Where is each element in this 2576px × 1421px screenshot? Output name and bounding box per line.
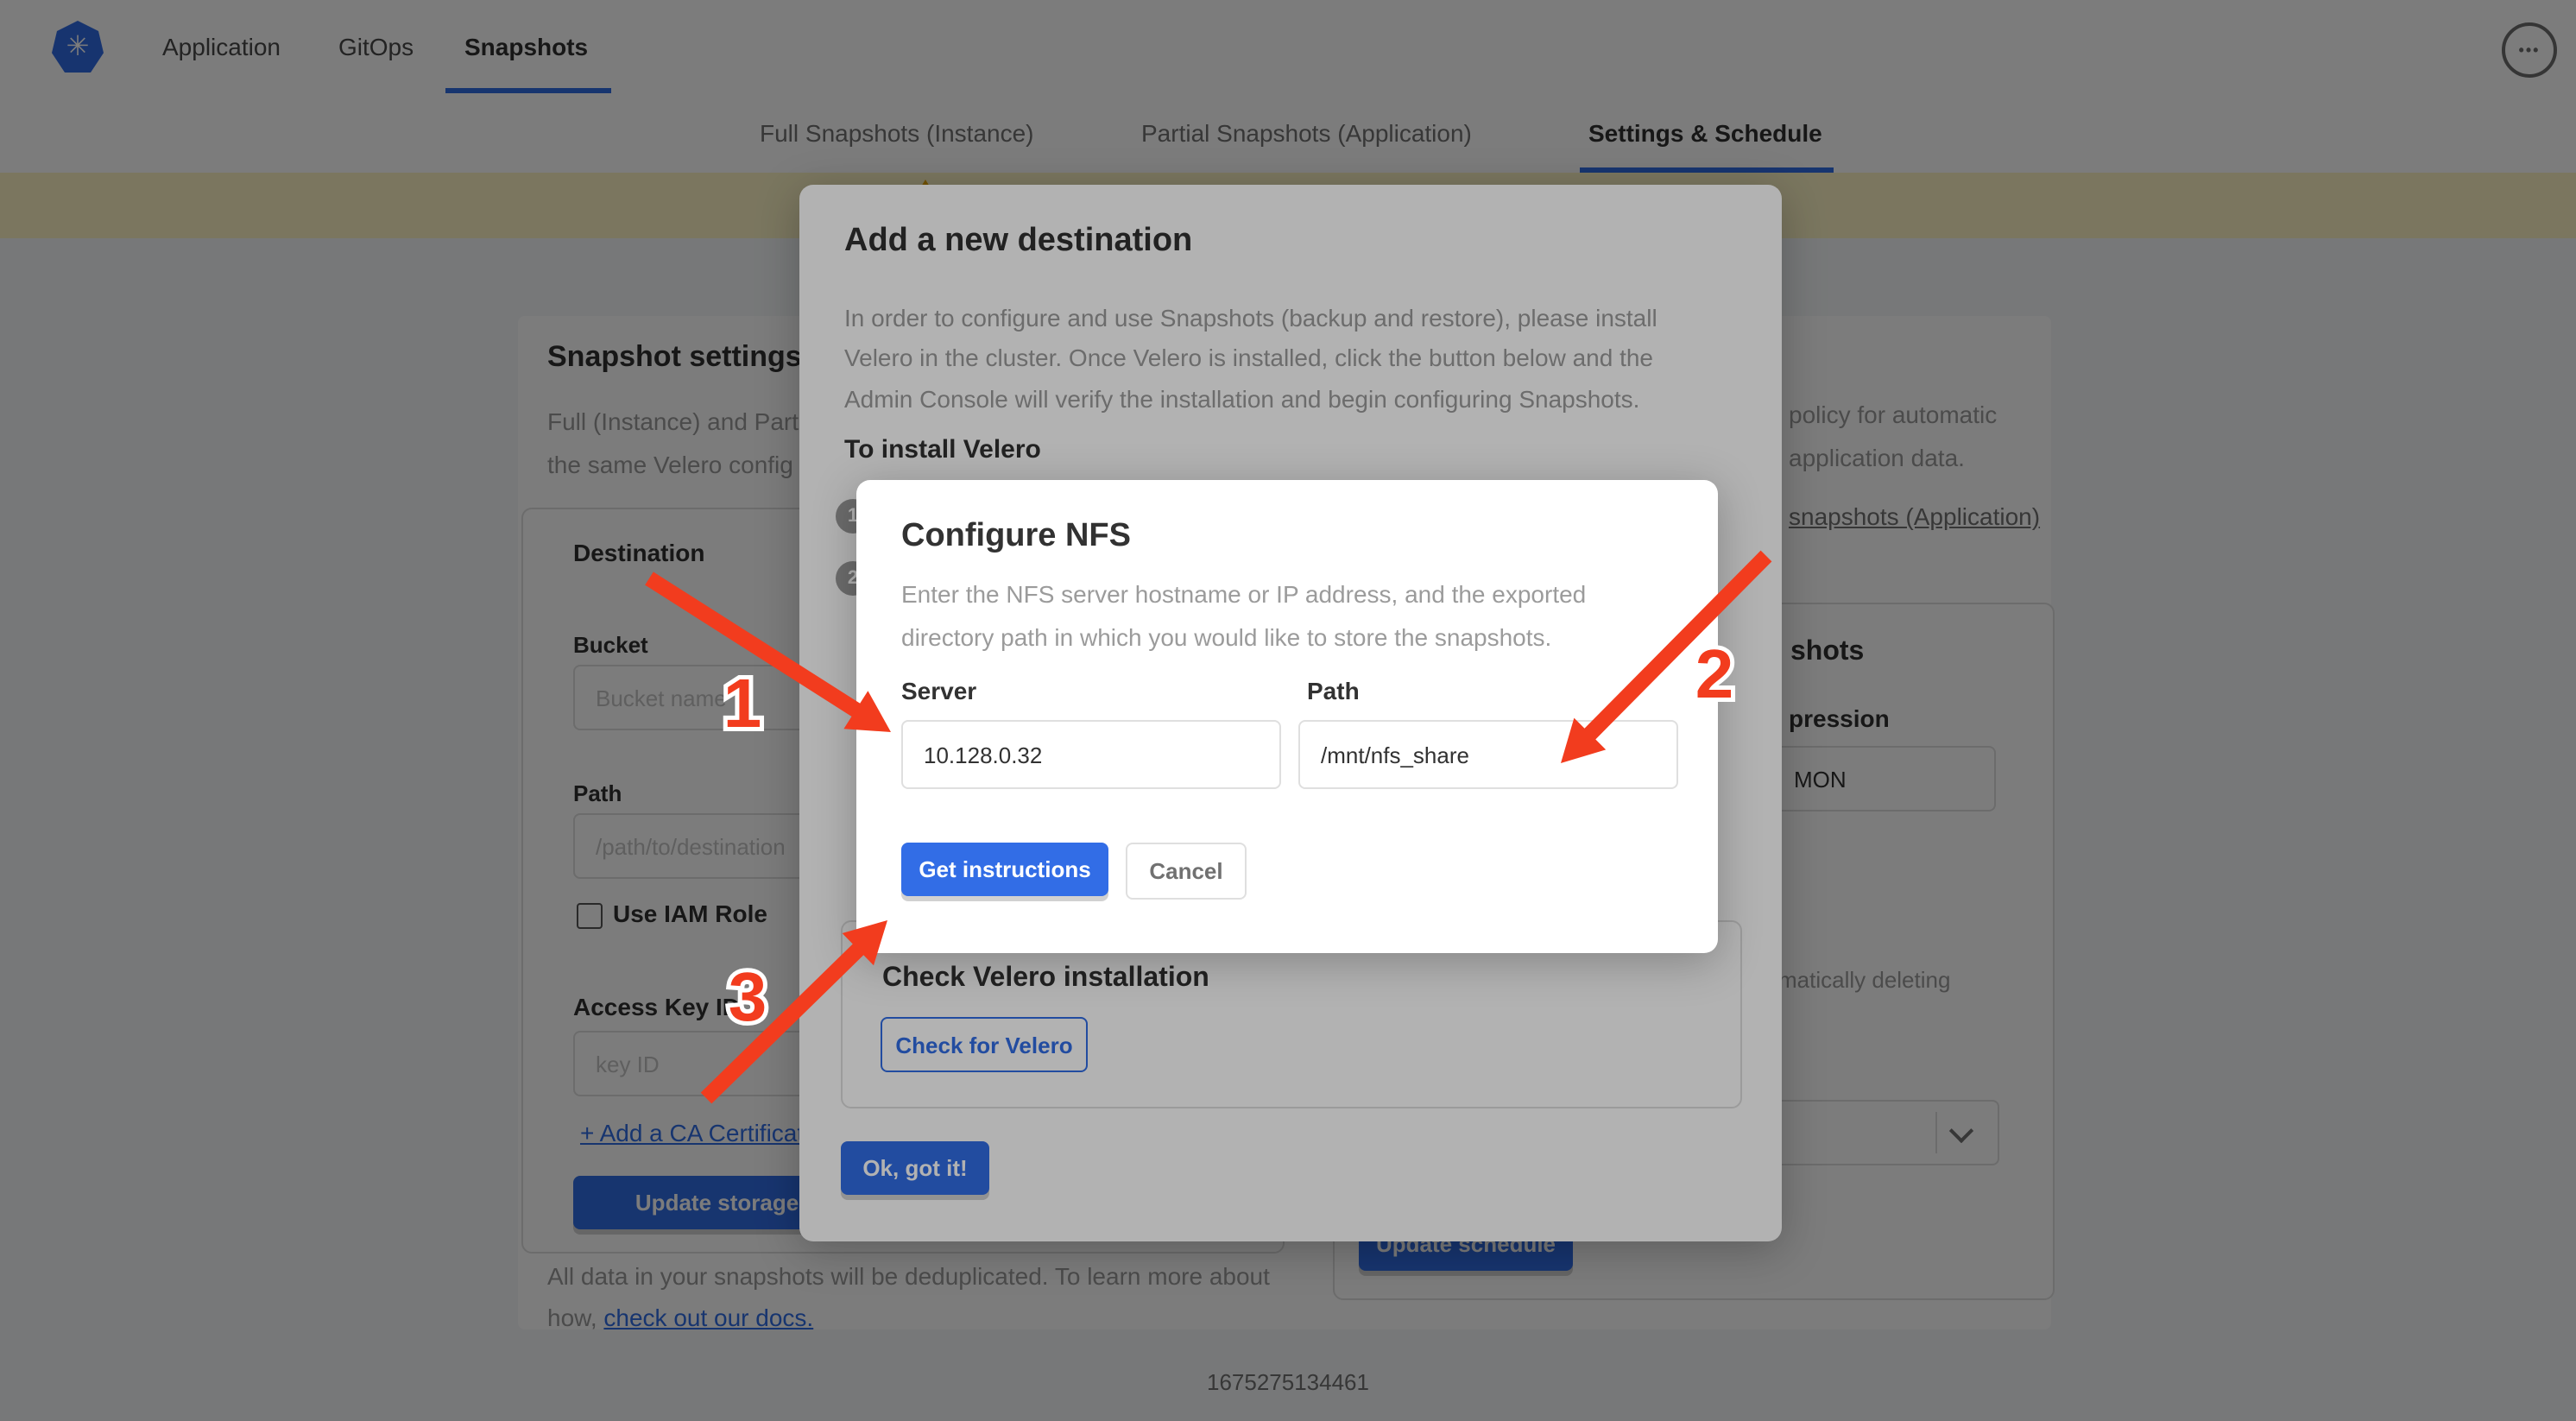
annotation-arrow-1: [649, 578, 891, 732]
annotation-number-2: 2: [1695, 635, 1734, 712]
annotation-arrow-2: [1561, 556, 1766, 763]
page: ✳ Application GitOps Snapshots ••• Full …: [0, 0, 2576, 1421]
annotation-number-3: 3: [729, 958, 767, 1035]
annotation-number-1: 1: [723, 665, 762, 742]
annotation-arrows-layer: 1 2 3: [0, 0, 2576, 1421]
